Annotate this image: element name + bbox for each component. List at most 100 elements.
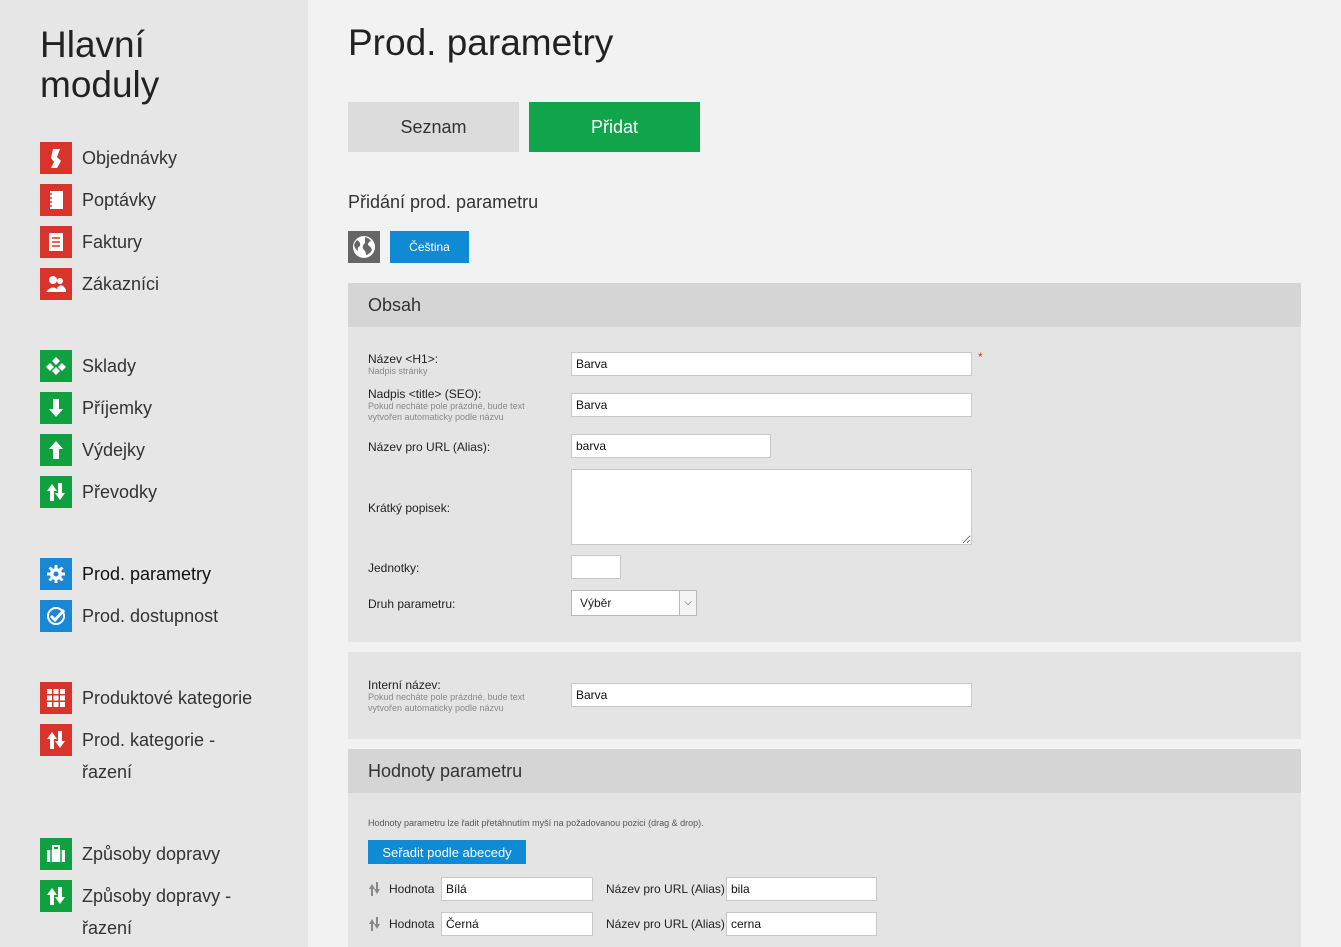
sidebar-item-transfers[interactable]: Převodky [40,476,300,508]
sort-alphabetically-button[interactable]: Seřadit podle abecedy [368,840,526,864]
content-panel-heading: Obsah [348,283,1301,327]
value-input[interactable] [441,877,593,901]
gear-icon [40,558,72,590]
seo-hint-line2: vytvořen automaticky podle názvu [368,412,504,422]
units-row: Jednotky: [368,561,419,575]
tab-add[interactable]: Přidat [529,102,700,152]
sidebar-title-line1: Hlavní [40,24,145,65]
alias-label: Název pro URL (Alias): [368,440,491,454]
name-input[interactable] [571,352,972,376]
globe-icon [348,231,380,263]
users-icon [40,268,72,300]
value-row[interactable]: Hodnota Název pro URL (Alias) [368,912,888,936]
value-alias-input[interactable] [726,912,877,936]
sidebar-item-category-sorting[interactable]: Prod. kategorie - řazení [40,724,300,788]
sidebar-item-shipping-methods[interactable]: Způsoby dopravy [40,838,300,870]
type-select[interactable]: Výběr ⌵ [571,590,697,616]
sidebar-item-label: Faktury [82,232,143,252]
units-label: Jednotky: [368,561,420,575]
notebook-icon [40,184,72,216]
values-panel: Hodnoty parametru Hodnoty parametru lze … [348,749,1301,947]
sidebar-title: Hlavní moduly [40,25,159,105]
sidebar-item-receipts[interactable]: Příjemky [40,392,300,424]
short-desc-row: Krátký popisek: [368,501,450,515]
required-mark: * [978,350,983,364]
name-hint: Nadpis stránky [368,366,428,376]
label-line1: Způsoby dopravy - [82,886,232,906]
name-row: Název <H1>: Nadpis stránky [368,352,438,377]
short-desc-textarea[interactable] [571,469,972,545]
value-label: Hodnota [389,882,435,896]
document-icon [40,226,72,258]
label-line2: řazení [82,762,133,782]
internal-name-input[interactable] [571,683,972,707]
values-note: Hodnoty parametru lze řadit přetáhnutím … [368,818,704,828]
transfer-icon [40,476,72,508]
drag-handle-icon[interactable] [368,916,382,932]
type-label: Druh parametru: [368,597,456,611]
type-select-value: Výběr [580,596,612,610]
sidebar-item-label: Produktové kategorie [82,688,253,708]
order-icon [40,142,72,174]
sidebar-item-label: Prod. dostupnost [82,606,219,626]
short-desc-label: Krátký popisek: [368,501,451,515]
sidebar-item-label: Prod. kategorie - řazení [82,724,215,788]
internal-name-hint-line2: vytvořen automaticky podle názvu [368,703,504,713]
sidebar-item-warehouses[interactable]: Sklady [40,350,300,382]
sidebar-item-inquiries[interactable]: Poptávky [40,184,300,216]
seo-row: Nadpis <title> (SEO): Pokud necháte pole… [368,387,525,423]
form-subtitle: Přidání prod. parametru [348,192,539,212]
sidebar-item-label: Zákazníci [82,274,160,294]
values-panel-heading: Hodnoty parametru [348,749,1301,793]
sidebar-item-label: Objednávky [82,148,178,168]
sidebar-item-label: Poptávky [82,190,157,210]
label-line2: řazení [82,918,133,938]
language-button[interactable]: Čeština [390,231,469,263]
value-alias-label: Název pro URL (Alias) [606,882,725,896]
sidebar-item-orders[interactable]: Objednávky [40,142,300,174]
check-circle-icon [40,600,72,632]
internal-name-row: Interní název: Pokud necháte pole prázdn… [368,678,525,714]
suitcase-icon [40,838,72,870]
sidebar-item-product-categories[interactable]: Produktové kategorie [40,682,300,714]
seo-hint-line1: Pokud necháte pole prázdné, bude text [368,401,525,411]
alias-row: Název pro URL (Alias): [368,440,490,454]
arrow-up-icon [40,434,72,466]
sidebar-item-invoices[interactable]: Faktury [40,226,300,258]
seo-label: Nadpis <title> (SEO): [368,387,482,401]
boxes-icon [40,350,72,382]
content-panel: Obsah Název <H1>: Nadpis stránky * Nadpi… [348,283,1301,642]
sidebar-item-label: Příjemky [82,398,153,418]
sidebar-item-prod-parameters[interactable]: Prod. parametry [40,558,300,590]
units-input[interactable] [571,555,621,579]
drag-handle-icon[interactable] [368,881,382,897]
sidebar-item-label: Prod. parametry [82,564,212,584]
tab-list[interactable]: Seznam [348,102,519,152]
sidebar-item-issues[interactable]: Výdejky [40,434,300,466]
grid-icon [40,682,72,714]
value-alias-input[interactable] [726,877,877,901]
seo-title-input[interactable] [571,393,972,417]
sort-icon [40,880,72,912]
sidebar-item-label: Výdejky [82,440,146,460]
sidebar-item-label: Převodky [82,482,158,502]
value-row[interactable]: Hodnota Název pro URL (Alias) [368,877,888,901]
sidebar-item-label: Sklady [82,356,137,376]
label-line1: Prod. kategorie - [82,730,216,750]
sidebar-item-label: Způsoby dopravy - řazení [82,880,231,944]
value-input[interactable] [441,912,593,936]
sidebar-item-customers[interactable]: Zákazníci [40,268,300,300]
arrow-down-icon [40,392,72,424]
sidebar: Hlavní moduly Objednávky Poptávky Faktur… [0,0,308,947]
alias-input[interactable] [571,434,771,458]
value-label: Hodnota [389,917,435,931]
type-row: Druh parametru: [368,597,455,611]
chevron-down-icon[interactable]: ⌵ [679,591,696,615]
sidebar-item-label: Způsoby dopravy [82,844,221,864]
name-label: Název <H1>: [368,352,439,366]
sidebar-item-prod-availability[interactable]: Prod. dostupnost [40,600,300,632]
sidebar-item-shipping-sorting[interactable]: Způsoby dopravy - řazení [40,880,300,944]
internal-panel: Interní název: Pokud necháte pole prázdn… [348,652,1301,739]
internal-name-label: Interní název: [368,678,441,692]
internal-name-hint-line1: Pokud necháte pole prázdné, bude text [368,692,525,702]
